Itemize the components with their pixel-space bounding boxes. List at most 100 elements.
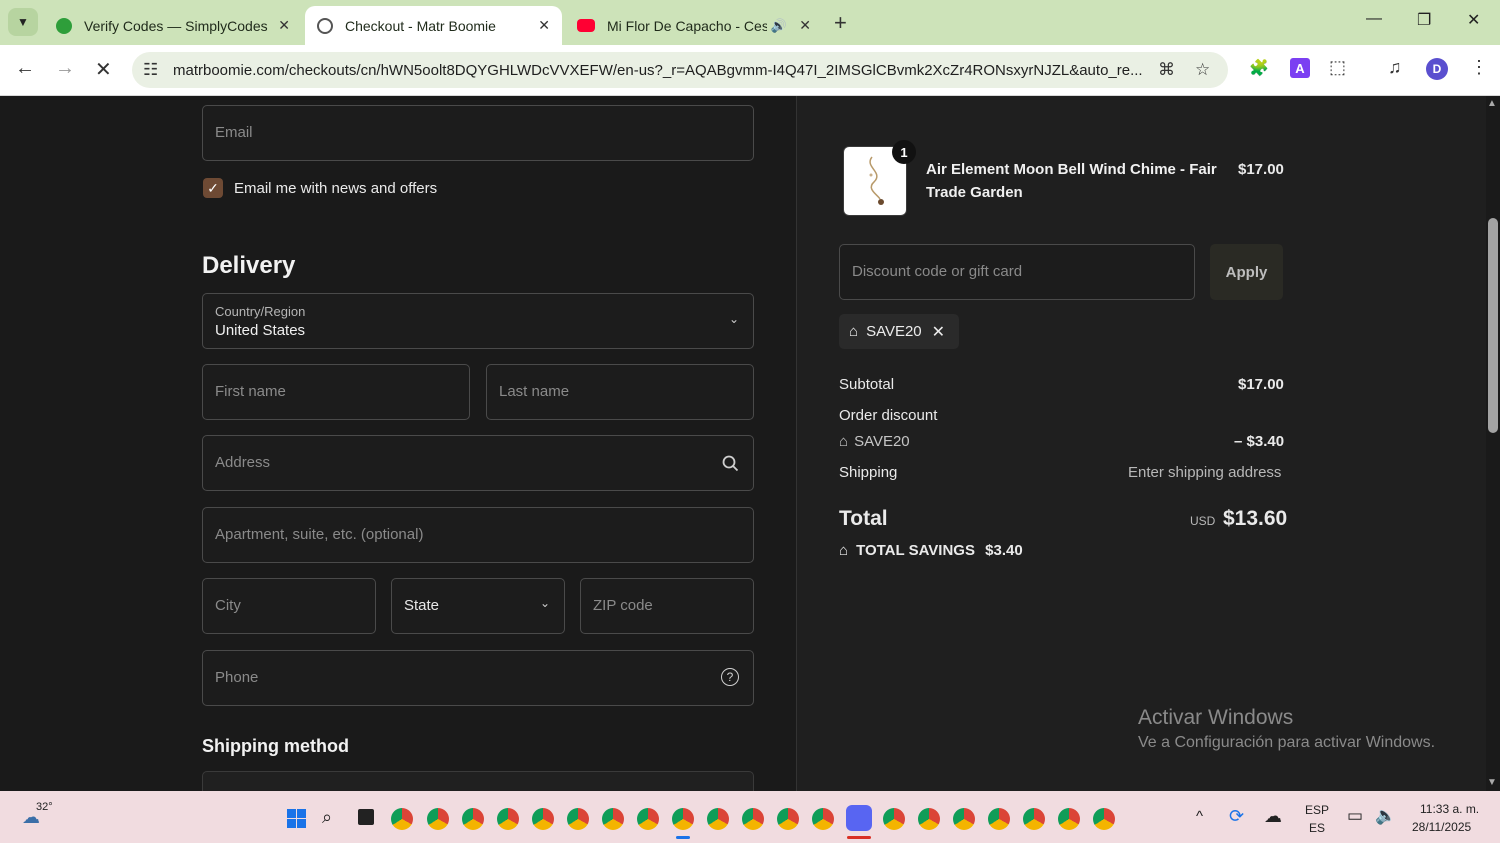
clock-date[interactable]: 28/11/2025 — [1412, 820, 1471, 834]
tag-icon: ⌂ — [839, 542, 849, 559]
extension-a-icon[interactable]: A — [1290, 58, 1310, 78]
discord-taskbar-icon[interactable] — [846, 805, 872, 831]
keyboard-layout[interactable]: ES — [1309, 821, 1325, 835]
help-question-icon[interactable]: ? — [721, 668, 739, 686]
media-control-icon[interactable]: ♫ — [1388, 57, 1402, 78]
total-value: $13.60 — [1223, 507, 1288, 530]
chrome-taskbar-icon[interactable] — [953, 808, 975, 830]
chrome-taskbar-icon[interactable] — [812, 808, 834, 830]
extension-icon[interactable]: 🧩 — [1249, 58, 1269, 78]
minimize-icon[interactable]: — — [1366, 10, 1382, 28]
speaker-icon[interactable]: 🔊 — [771, 18, 787, 34]
country-select[interactable]: Country/Region United States ⌄ — [202, 293, 754, 349]
chrome-taskbar-icon[interactable] — [1058, 808, 1080, 830]
shipping-method-box — [202, 771, 754, 791]
onedrive-cloud-icon[interactable]: ☁ — [1264, 806, 1282, 827]
country-label: Country/Region — [215, 304, 306, 319]
volume-icon[interactable]: 🔈 — [1375, 806, 1396, 826]
zip-field[interactable]: ZIP code — [580, 578, 754, 634]
city-field[interactable]: City — [202, 578, 376, 634]
email-field[interactable]: Email — [202, 105, 754, 161]
language-code[interactable]: ESP — [1305, 803, 1329, 817]
tab-simplycodes[interactable]: Verify Codes — SimplyCodes ✕ — [44, 6, 302, 45]
new-tab-plus-icon[interactable]: + — [834, 10, 847, 36]
last-name-field[interactable]: Last name — [486, 364, 754, 420]
loading-favicon-icon — [317, 17, 333, 34]
product-name-line1: Air Element Moon Bell Wind Chime - Fair — [926, 161, 1217, 178]
stop-loading-icon[interactable]: ✕ — [95, 57, 112, 82]
tab-strip: ▼ Verify Codes — SimplyCodes ✕ Checkout … — [0, 0, 1500, 45]
chevron-up-icon[interactable]: ^ — [1196, 808, 1203, 825]
menu-kebab-icon[interactable]: ⋮ — [1470, 57, 1488, 78]
page-scrollbar[interactable] — [1486, 96, 1500, 791]
total-label: Total — [839, 507, 888, 530]
address-field[interactable]: Address — [202, 435, 754, 491]
search-icon[interactable] — [722, 455, 739, 472]
city-placeholder: City — [215, 597, 241, 614]
chrome-taskbar-icon[interactable] — [742, 808, 764, 830]
zip-placeholder: ZIP code — [593, 597, 653, 614]
shipping-label: Shipping — [839, 464, 898, 481]
tag-icon: ⌂ — [839, 433, 849, 450]
chrome-taskbar-icon[interactable] — [391, 808, 413, 830]
chrome-taskbar-icon[interactable] — [462, 808, 484, 830]
delivery-heading: Delivery — [202, 252, 296, 279]
sync-icon[interactable]: ⟳ — [1229, 806, 1244, 827]
close-icon[interactable]: ✕ — [799, 17, 811, 34]
clock-time[interactable]: 11:33 a. m. — [1420, 802, 1479, 816]
discount-value: – $3.40 — [1234, 433, 1285, 450]
url-text[interactable]: matrboomie.com/checkouts/cn/hWN5oolt8DQY… — [173, 62, 1143, 79]
scroll-up-icon[interactable]: ▲ — [1487, 98, 1497, 109]
first-name-field[interactable]: First name — [202, 364, 470, 420]
apply-button[interactable]: Apply — [1210, 244, 1283, 300]
back-arrow-icon[interactable]: ← — [15, 57, 35, 80]
tab-checkout[interactable]: Checkout - Matr Boomie ✕ — [305, 6, 562, 45]
network-icon[interactable]: ▭ — [1347, 806, 1363, 826]
chrome-taskbar-icon[interactable] — [1023, 808, 1045, 830]
activate-windows-title: Activar Windows — [1138, 706, 1294, 729]
weather-temp: 32° — [36, 801, 53, 813]
extensions-puzzle-icon[interactable]: ⬚ — [1329, 57, 1346, 78]
chrome-taskbar-icon[interactable] — [777, 808, 799, 830]
profile-avatar[interactable]: D — [1426, 58, 1448, 80]
last-name-placeholder: Last name — [499, 383, 570, 400]
simplycodes-favicon-icon — [56, 17, 72, 34]
tab-youtube[interactable]: Mi Flor De Capacho - Cesar 🔊 ✕ — [565, 6, 823, 45]
chrome-taskbar-icon[interactable] — [988, 808, 1010, 830]
chrome-taskbar-icon[interactable] — [707, 808, 729, 830]
forward-arrow-icon[interactable]: → — [55, 57, 75, 80]
chrome-taskbar-icon[interactable] — [883, 808, 905, 830]
chrome-taskbar-icon[interactable] — [602, 808, 624, 830]
windows-start-icon[interactable] — [287, 809, 306, 828]
checkout-page: Email ✓ Email me with news and offers De… — [0, 96, 1500, 791]
scroll-down-icon[interactable]: ▼ — [1487, 777, 1497, 788]
bookmark-star-icon[interactable]: ☆ — [1195, 60, 1210, 80]
site-info-icon[interactable]: ☷ — [143, 60, 158, 80]
chrome-taskbar-icon-active[interactable] — [672, 808, 694, 830]
apartment-field[interactable]: Apartment, suite, etc. (optional) — [202, 507, 754, 563]
restore-icon[interactable]: ❐ — [1417, 10, 1431, 30]
scrollbar-thumb[interactable] — [1488, 218, 1498, 433]
chrome-taskbar-icon[interactable] — [532, 808, 554, 830]
discount-input[interactable]: Discount code or gift card — [839, 244, 1195, 300]
state-select[interactable]: State ⌄ — [391, 578, 565, 634]
chrome-taskbar-icon[interactable] — [427, 808, 449, 830]
close-icon[interactable]: ✕ — [538, 17, 550, 34]
close-window-icon[interactable]: ✕ — [1467, 10, 1480, 30]
translate-icon[interactable]: ⌘ — [1158, 60, 1175, 80]
tab-search-button[interactable]: ▼ — [8, 8, 38, 36]
phone-field[interactable]: Phone ? — [202, 650, 754, 706]
browser-toolbar: ← → ✕ ☷ matrboomie.com/checkouts/cn/hWN5… — [0, 45, 1500, 96]
search-icon[interactable]: ⌕ — [322, 807, 332, 828]
remove-discount-close-icon[interactable]: ✕ — [932, 322, 945, 342]
close-icon[interactable]: ✕ — [278, 17, 290, 34]
chrome-taskbar-icon[interactable] — [1093, 808, 1115, 830]
address-bar[interactable]: ☷ matrboomie.com/checkouts/cn/hWN5oolt8D… — [132, 52, 1228, 88]
chrome-taskbar-icon[interactable] — [637, 808, 659, 830]
chrome-taskbar-icon[interactable] — [918, 808, 940, 830]
chrome-taskbar-icon[interactable] — [497, 808, 519, 830]
newsletter-checkbox[interactable]: ✓ — [203, 178, 223, 198]
task-view-icon[interactable] — [358, 809, 374, 825]
product-name-line2: Trade Garden — [926, 184, 1023, 201]
chrome-taskbar-icon[interactable] — [567, 808, 589, 830]
